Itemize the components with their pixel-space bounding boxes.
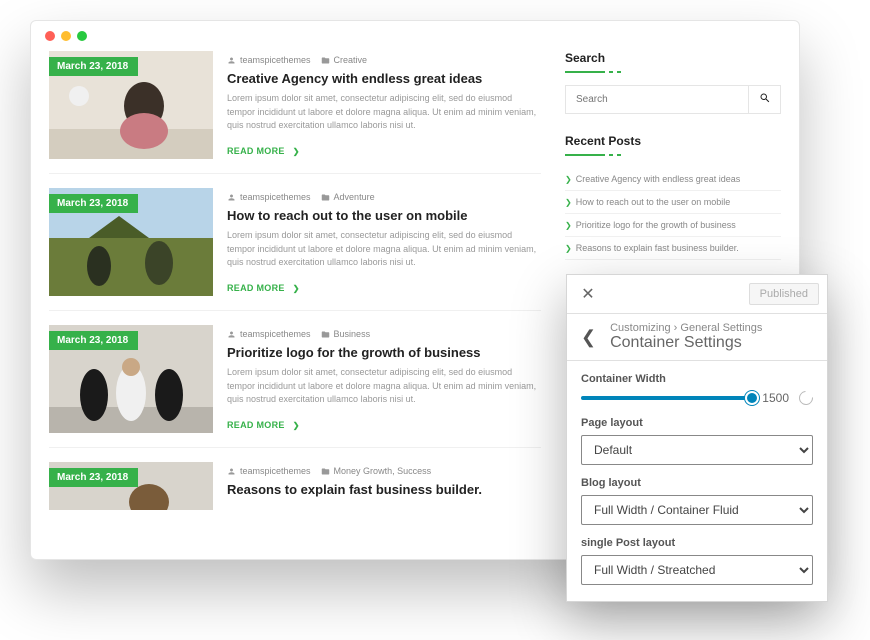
read-more-link[interactable]: READ MORE❯ (227, 420, 300, 430)
post-meta: teamspicethemes Creative (227, 55, 541, 65)
chevron-right-icon: ❯ (565, 175, 572, 184)
panel-title: Container Settings (610, 334, 762, 352)
post-title[interactable]: Prioritize logo for the growth of busine… (227, 345, 541, 360)
maximize-dot[interactable] (77, 31, 87, 41)
post-body: teamspicethemes Adventure How to reach o… (227, 188, 541, 296)
blog-post: March 23, 2018 teamspicethemes Adventure… (49, 188, 541, 311)
chevron-right-icon: ❯ (293, 147, 300, 156)
read-more-link[interactable]: READ MORE❯ (227, 146, 300, 156)
customizer-panel: ✕ Published ❮ Customizing › General Sett… (566, 274, 828, 602)
slider-value: 1500 (762, 391, 789, 405)
chevron-right-icon: ❯ (565, 221, 572, 230)
list-item[interactable]: ❯How to reach out to the user on mobile (565, 191, 781, 214)
post-meta: teamspicethemes Adventure (227, 192, 541, 202)
list-item[interactable]: ❯Prioritize logo for the growth of busin… (565, 214, 781, 237)
user-icon (227, 467, 236, 476)
post-category[interactable]: Adventure (334, 192, 375, 202)
post-excerpt: Lorem ipsum dolor sit amet, consectetur … (227, 366, 541, 407)
post-category[interactable]: Business (334, 329, 371, 339)
search-icon (759, 92, 771, 104)
container-width-field: Container Width 1500 (581, 373, 813, 405)
customizer-topbar: ✕ Published (567, 275, 827, 314)
post-date-badge: March 23, 2018 (49, 194, 138, 213)
chevron-right-icon: ❯ (565, 244, 572, 253)
blog-post: March 23, 2018 teamspicethemes Business … (49, 325, 541, 448)
post-author[interactable]: teamspicethemes (240, 55, 311, 65)
list-item[interactable]: ❯Reasons to explain fast business builde… (565, 237, 781, 260)
folder-icon (321, 467, 330, 476)
chevron-right-icon: ❯ (293, 421, 300, 430)
post-excerpt: Lorem ipsum dolor sit amet, consectetur … (227, 229, 541, 270)
minimize-dot[interactable] (61, 31, 71, 41)
blog-post: March 23, 2018 teamspicethemes Money Gro… (49, 462, 541, 524)
post-body: teamspicethemes Business Prioritize logo… (227, 325, 541, 433)
folder-icon (321, 330, 330, 339)
widget-underline (565, 154, 605, 156)
customizer-body: Container Width 1500 Page layout Default… (567, 361, 827, 601)
post-title[interactable]: Reasons to explain fast business builder… (227, 482, 541, 497)
search-button[interactable] (748, 86, 780, 113)
reset-icon[interactable] (796, 388, 816, 408)
page-layout-field: Page layout Default (581, 417, 813, 465)
recent-posts-widget: Recent Posts ❯Creative Agency with endle… (565, 134, 781, 260)
post-author[interactable]: teamspicethemes (240, 329, 311, 339)
folder-icon (321, 56, 330, 65)
post-title[interactable]: Creative Agency with endless great ideas (227, 71, 541, 86)
back-button[interactable]: ❮ (577, 325, 600, 350)
post-date-badge: March 23, 2018 (49, 331, 138, 350)
post-thumbnail[interactable]: March 23, 2018 (49, 188, 213, 296)
single-post-layout-field: single Post layout Full Width / Streatch… (581, 537, 813, 585)
blog-list: March 23, 2018 teamspicethemes Creative … (49, 51, 541, 524)
post-meta: teamspicethemes Money Growth, Success (227, 466, 541, 476)
close-dot[interactable] (45, 31, 55, 41)
field-label: Blog layout (581, 477, 813, 489)
post-body: teamspicethemes Creative Creative Agency… (227, 51, 541, 159)
post-date-badge: March 23, 2018 (49, 468, 138, 487)
read-more-link[interactable]: READ MORE❯ (227, 283, 300, 293)
user-icon (227, 56, 236, 65)
window-titlebar (31, 21, 799, 51)
post-category[interactable]: Money Growth, Success (334, 466, 432, 476)
list-item[interactable]: ❯Creative Agency with endless great idea… (565, 168, 781, 191)
post-author[interactable]: teamspicethemes (240, 466, 311, 476)
folder-icon (321, 193, 330, 202)
slider-thumb[interactable] (745, 391, 759, 405)
field-label: Page layout (581, 417, 813, 429)
post-thumbnail[interactable]: March 23, 2018 (49, 462, 213, 510)
recent-posts-list: ❯Creative Agency with endless great idea… (565, 168, 781, 260)
post-thumbnail[interactable]: March 23, 2018 (49, 325, 213, 433)
post-body: teamspicethemes Money Growth, Success Re… (227, 462, 541, 510)
page-layout-select[interactable]: Default (581, 435, 813, 465)
blog-post: March 23, 2018 teamspicethemes Creative … (49, 51, 541, 174)
width-slider[interactable] (581, 396, 752, 400)
post-author[interactable]: teamspicethemes (240, 192, 311, 202)
customizer-header: ❮ Customizing › General Settings Contain… (567, 314, 827, 361)
post-thumbnail[interactable]: March 23, 2018 (49, 51, 213, 159)
chevron-right-icon: ❯ (565, 198, 572, 207)
field-label: single Post layout (581, 537, 813, 549)
post-category[interactable]: Creative (334, 55, 368, 65)
post-meta: teamspicethemes Business (227, 329, 541, 339)
post-date-badge: March 23, 2018 (49, 57, 138, 76)
post-excerpt: Lorem ipsum dolor sit amet, consectetur … (227, 92, 541, 133)
widget-underline (565, 71, 605, 73)
widget-title: Recent Posts (565, 134, 781, 148)
single-post-layout-select[interactable]: Full Width / Streatched (581, 555, 813, 585)
breadcrumb: Customizing › General Settings (610, 322, 762, 334)
user-icon (227, 330, 236, 339)
close-button[interactable]: ✕ (575, 281, 601, 307)
post-title[interactable]: How to reach out to the user on mobile (227, 208, 541, 223)
search-widget: Search (565, 51, 781, 114)
blog-layout-field: Blog layout Full Width / Container Fluid (581, 477, 813, 525)
blog-layout-select[interactable]: Full Width / Container Fluid (581, 495, 813, 525)
search-box (565, 85, 781, 114)
widget-title: Search (565, 51, 781, 65)
field-label: Container Width (581, 373, 813, 385)
search-input[interactable] (566, 86, 748, 113)
published-button[interactable]: Published (749, 283, 819, 305)
chevron-right-icon: ❯ (293, 284, 300, 293)
user-icon (227, 193, 236, 202)
